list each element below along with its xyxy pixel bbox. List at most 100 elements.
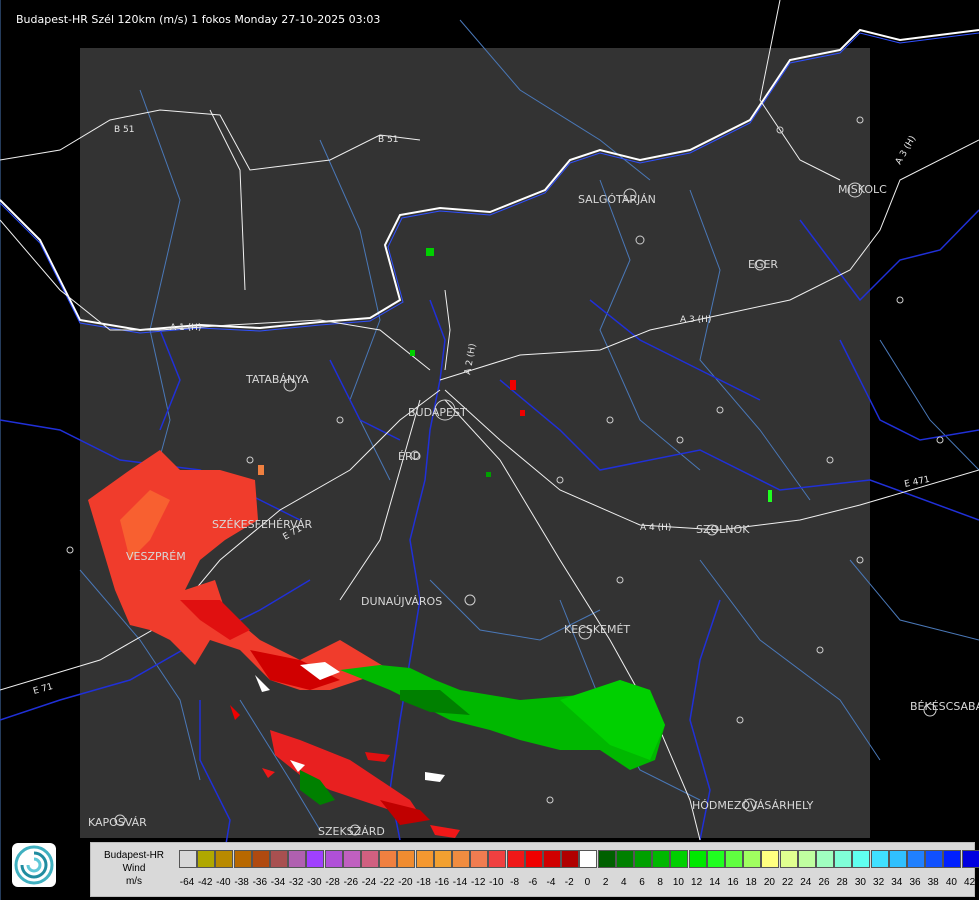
city-label: BUDAPEST: [408, 406, 467, 419]
city-label: BÉKÉSCSABA: [910, 700, 979, 713]
legend-tick-label: 0: [584, 877, 591, 888]
legend-tick-label: 2: [602, 877, 609, 888]
legend-swatch: [816, 850, 834, 868]
legend-swatch: [415, 850, 434, 868]
legend-tick-label: 28: [836, 877, 848, 888]
legend-tick-label: 8: [657, 877, 663, 888]
legend-swatch: [506, 850, 525, 868]
legend-swatch: [761, 850, 780, 868]
legend-swatch: [452, 850, 470, 868]
legend-swatch: [615, 850, 634, 868]
city-label: ÉRD: [398, 450, 421, 463]
legend-tick-label: 20: [763, 877, 775, 888]
legend-swatch: [470, 850, 489, 868]
legend-swatch: [743, 850, 762, 868]
legend-swatch: [925, 850, 944, 868]
legend-tick-label: -42: [197, 877, 213, 888]
city-label: SZOLNOK: [696, 523, 750, 536]
legend-tick-label: -18: [416, 877, 431, 888]
road-label: A 3 (H): [680, 315, 711, 325]
radar-map[interactable]: SALGÓTARJÁN MISKOLC EGER TATABÁNYA BUDAP…: [0, 0, 979, 900]
road-label: E 71: [32, 682, 54, 697]
legend-tick-label: 10: [672, 877, 684, 888]
city-label: KECSKEMÉT: [564, 623, 630, 636]
legend-swatch: [543, 850, 561, 868]
legend-tick-label: -14: [452, 877, 468, 888]
legend-swatch: [324, 850, 343, 868]
legend-tick-label: -2: [564, 877, 574, 888]
legend-tick-label: -32: [288, 877, 304, 888]
legend-swatch: [270, 850, 288, 868]
legend-tick-label: -22: [379, 877, 395, 888]
legend-tick-label: 16: [727, 877, 739, 888]
legend-swatch: [597, 850, 616, 868]
legend-swatch: [725, 850, 743, 868]
city-label: TATABÁNYA: [245, 373, 309, 386]
legend-tick-label: 24: [800, 877, 812, 888]
legend-tick-label: -10: [489, 877, 504, 888]
legend-tick-label: 18: [745, 877, 757, 888]
legend-tick-label: 36: [909, 877, 921, 888]
legend-tick-label: -6: [528, 877, 538, 888]
legend-swatch: [215, 850, 234, 868]
legend-swatch: [852, 850, 871, 868]
legend-swatch: [288, 850, 307, 868]
city-label: VESZPRÉM: [126, 550, 186, 563]
legend-swatch: [579, 850, 598, 868]
legend-swatch: [779, 850, 798, 868]
legend-swatch: [488, 850, 507, 868]
legend-swatch: [870, 850, 889, 868]
legend-tick-label: 26: [818, 877, 830, 888]
legend-tick-label: -12: [470, 877, 486, 888]
legend-swatch: [342, 850, 361, 868]
legend-swatch: [907, 850, 925, 868]
legend-title-line: Wind: [122, 863, 146, 874]
road-label: A 1 (H): [170, 323, 201, 333]
legend-swatch: [561, 850, 580, 868]
city-label: DUNAÚJVÁROS: [361, 595, 442, 608]
road-label: A 4 (H): [640, 523, 671, 533]
legend-tick-label: 14: [709, 877, 721, 888]
legend-tick-label: 6: [639, 877, 645, 888]
legend-tick-label: -20: [398, 877, 413, 888]
legend-tick-label: -30: [307, 877, 322, 888]
legend-swatch: [670, 850, 689, 868]
legend-tick-label: 42: [964, 877, 976, 888]
city-label: KAPOSVÁR: [88, 816, 147, 829]
legend-swatch: [197, 850, 216, 868]
legend-swatch: [233, 850, 252, 868]
legend-swatch: [943, 850, 962, 868]
legend-swatch: [652, 850, 671, 868]
legend-tick-label: 22: [782, 877, 794, 888]
legend-swatch: [706, 850, 725, 868]
legend-tick-label: 38: [927, 877, 939, 888]
legend-tick-label: -8: [510, 877, 520, 888]
legend-tick-label: -38: [234, 877, 249, 888]
legend-swatch: [179, 850, 197, 868]
wind-color-legend: Budapest-HR Wind m/s -64 -42 -40 -38 -36 -34-…: [90, 842, 979, 897]
city-label: SALGÓTARJÁN: [578, 193, 656, 206]
legend-swatch: [361, 850, 379, 868]
legend-tick-label: -34: [270, 877, 286, 888]
legend-tick-label: 40: [945, 877, 957, 888]
legend-title-line: Budapest-HR: [103, 850, 165, 861]
legend-tick-label: 4: [621, 877, 627, 888]
legend-tick-label: 34: [891, 877, 903, 888]
legend-swatch: [888, 850, 907, 868]
legend-tick-label: -24: [361, 877, 377, 888]
legend-swatch: [433, 850, 452, 868]
road-label: B 51: [114, 125, 135, 135]
legend-title-line: m/s: [125, 876, 143, 887]
legend-tick-label: -26: [343, 877, 359, 888]
legend-swatch: [961, 850, 979, 868]
legend-swatch: [397, 850, 416, 868]
legend-tick-label: -4: [546, 877, 556, 888]
city-label: SZEKSZÁRD: [318, 825, 385, 838]
legend-tick-label: 12: [691, 877, 703, 888]
legend-swatch: [251, 850, 270, 868]
omsz-swirl-logo-icon: [12, 843, 56, 887]
legend-title: Budapest-HR Wind m/s: [91, 849, 177, 888]
legend-swatch: [634, 850, 652, 868]
legend-tick-label: 32: [873, 877, 885, 888]
road-label: B 51: [378, 135, 399, 145]
